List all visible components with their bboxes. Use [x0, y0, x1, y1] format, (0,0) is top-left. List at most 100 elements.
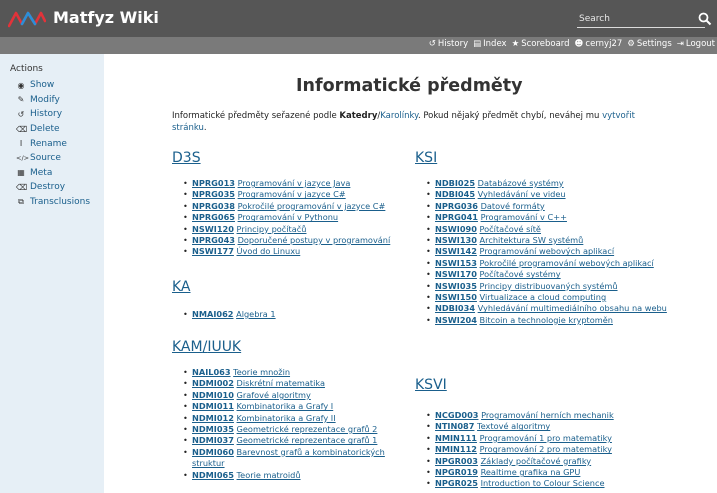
nav-history[interactable]: ↺ History: [429, 39, 468, 49]
course-name-link[interactable]: Programování v jazyce C#: [238, 189, 346, 199]
course-code-link[interactable]: NDMI002: [192, 378, 234, 388]
course-code-link[interactable]: NDBI025: [435, 178, 475, 188]
course-name-link[interactable]: Základy počítačové grafiky: [481, 456, 592, 466]
course-code-link[interactable]: NTIN087: [435, 421, 474, 431]
action-delete[interactable]: ⌫ Delete: [10, 122, 104, 137]
course-code-link[interactable]: NPRG065: [192, 212, 235, 222]
action-transclusions[interactable]: ⧉ Transclusions: [10, 195, 104, 210]
course-code-link[interactable]: NDMI010: [192, 390, 234, 400]
course-code-link[interactable]: NSWI120: [192, 224, 234, 234]
course-code-link[interactable]: NPRG043: [192, 235, 235, 245]
search-icon[interactable]: [698, 12, 712, 26]
course-name-link[interactable]: Diskrétní matematika: [237, 378, 325, 388]
course-code-link[interactable]: NDBI034: [435, 303, 475, 313]
course-code-link[interactable]: NPRG036: [435, 201, 478, 211]
nav-user[interactable]: ☻ cernyj27: [575, 39, 623, 49]
course-name-link[interactable]: Bitcoin a technologie kryptoměn: [480, 315, 613, 325]
course-name-link[interactable]: Programování 1 pro matematiky: [480, 433, 612, 443]
section-heading-ksi[interactable]: KSI: [415, 150, 437, 166]
course-name-link[interactable]: Architektura SW systémů: [480, 235, 584, 245]
course-code-link[interactable]: NSWI130: [435, 235, 477, 245]
action-destroy[interactable]: ⌫ Destroy: [10, 180, 104, 195]
course-name-link[interactable]: Virtualizace a cloud computing: [480, 292, 607, 302]
course-name-link[interactable]: Počítačové sítě: [480, 224, 541, 234]
course-code-link[interactable]: NSWI177: [192, 246, 234, 256]
section-heading-ksvi[interactable]: KSVI: [415, 377, 447, 393]
course-code-link[interactable]: NDMI065: [192, 470, 234, 480]
course-name-link[interactable]: Pokročilé programování v jazyce C#: [238, 201, 386, 211]
course-name-link[interactable]: Kombinatorika a Grafy I: [237, 401, 334, 411]
course-code-link[interactable]: NSWI090: [435, 224, 477, 234]
section-heading-d3s[interactable]: D3S: [172, 150, 201, 166]
course-name-link[interactable]: Algebra 1: [236, 309, 276, 319]
course-name-link[interactable]: Databázové systémy: [478, 178, 564, 188]
course-name-link[interactable]: Programování 2 pro matematiky: [480, 444, 612, 454]
course-code-link[interactable]: NMIN111: [435, 433, 477, 443]
course-code-link[interactable]: NSWI170: [435, 269, 477, 279]
karolinky-link[interactable]: Karolínky: [380, 111, 418, 121]
course-code-link[interactable]: NDMI060: [192, 447, 234, 457]
course-code-link[interactable]: NPRG038: [192, 201, 235, 211]
kam-link[interactable]: KAM: [172, 339, 203, 355]
course-code-link[interactable]: NMAI062: [192, 309, 233, 319]
course-name-link[interactable]: Principy počítačů: [237, 224, 307, 234]
course-name-link[interactable]: Programování webových aplikací: [480, 246, 615, 256]
course-name-link[interactable]: Počítačové systémy: [480, 269, 561, 279]
course-code-link[interactable]: NSWI153: [435, 258, 477, 268]
action-show[interactable]: ◉ Show: [10, 78, 104, 93]
iuuk-link[interactable]: IUUK: [207, 339, 241, 355]
course-name-link[interactable]: Teorie matroidů: [237, 470, 301, 480]
nav-logout[interactable]: ⇥ Logout: [677, 39, 715, 49]
course-code-link[interactable]: NDBI045: [435, 189, 475, 199]
action-meta[interactable]: ▦ Meta: [10, 166, 104, 181]
course-code-link[interactable]: NDMI035: [192, 424, 234, 434]
course-name-link[interactable]: Doporučené postupy v programování: [238, 235, 391, 245]
course-code-link[interactable]: NAIL063: [192, 367, 231, 377]
course-name-link[interactable]: Textové algoritmy: [477, 421, 550, 431]
course-code-link[interactable]: NDMI012: [192, 413, 234, 423]
course-name-link[interactable]: Vyhledávání multimediálního obsahu na we…: [478, 303, 667, 313]
action-rename[interactable]: I Rename: [10, 136, 104, 151]
course-name-link[interactable]: Programování herních mechanik: [481, 410, 614, 420]
course-code-link[interactable]: NSWI142: [435, 246, 477, 256]
course-name-link[interactable]: Grafové algoritmy: [237, 390, 311, 400]
course-name-link[interactable]: Geometrické reprezentace grafů 2: [237, 424, 378, 434]
nav-index[interactable]: ▤ Index: [473, 39, 506, 49]
course-code-link[interactable]: NPRG035: [192, 189, 235, 199]
matfyz-logo-icon[interactable]: [8, 9, 46, 29]
section-heading-ka[interactable]: KA: [172, 279, 191, 295]
course-name-link[interactable]: Teorie množin: [233, 367, 290, 377]
course-name-link[interactable]: Datové formáty: [481, 201, 545, 211]
course-code-link[interactable]: NCGD003: [435, 410, 478, 420]
site-title[interactable]: Matfyz Wiki: [53, 8, 159, 27]
nav-settings[interactable]: ⚙ Settings: [627, 39, 672, 49]
course-code-link[interactable]: NDMI037: [192, 435, 234, 445]
action-modify[interactable]: ✎ Modify: [10, 93, 104, 108]
course-code-link[interactable]: NPGR003: [435, 456, 478, 466]
course-name-link[interactable]: Programování v C++: [481, 212, 567, 222]
course-name-link[interactable]: Úvod do Linuxu: [237, 246, 301, 256]
course-name-link[interactable]: Kombinatorika a Grafy II: [237, 413, 336, 423]
course-name-link[interactable]: Introduction to Colour Science: [481, 478, 605, 488]
course-name-link[interactable]: Pokročilé programování webových aplikací: [480, 258, 654, 268]
search-input[interactable]: [577, 12, 705, 28]
course-code-link[interactable]: NSWI150: [435, 292, 477, 302]
course-name-link[interactable]: Programování v jazyce Java: [238, 178, 351, 188]
action-source[interactable]: </> Source: [10, 151, 104, 166]
course-code-link[interactable]: NSWI035: [435, 281, 477, 291]
course-code-link[interactable]: NSWI204: [435, 315, 477, 325]
nav-scoreboard[interactable]: ★ Scoreboard: [512, 39, 570, 49]
course-name-link[interactable]: Programování v Pythonu: [238, 212, 339, 222]
course-code-link[interactable]: NPRG013: [192, 178, 235, 188]
course-code-link[interactable]: NMIN112: [435, 444, 477, 454]
course-name-link[interactable]: Realtime grafika na GPU: [481, 467, 581, 477]
course-name-link[interactable]: Geometrické reprezentace grafů 1: [237, 435, 378, 445]
course-name-link[interactable]: Vyhledávání ve videu: [478, 189, 566, 199]
course-item: NMIN112 Programování 2 pro matematiky: [425, 444, 680, 456]
course-name-link[interactable]: Principy distribuovaných systémů: [480, 281, 618, 291]
course-code-link[interactable]: NDMI011: [192, 401, 234, 411]
course-code-link[interactable]: NPGR025: [435, 478, 478, 488]
course-code-link[interactable]: NPRG041: [435, 212, 478, 222]
action-history[interactable]: ↺ History: [10, 107, 104, 122]
course-code-link[interactable]: NPGR019: [435, 467, 478, 477]
